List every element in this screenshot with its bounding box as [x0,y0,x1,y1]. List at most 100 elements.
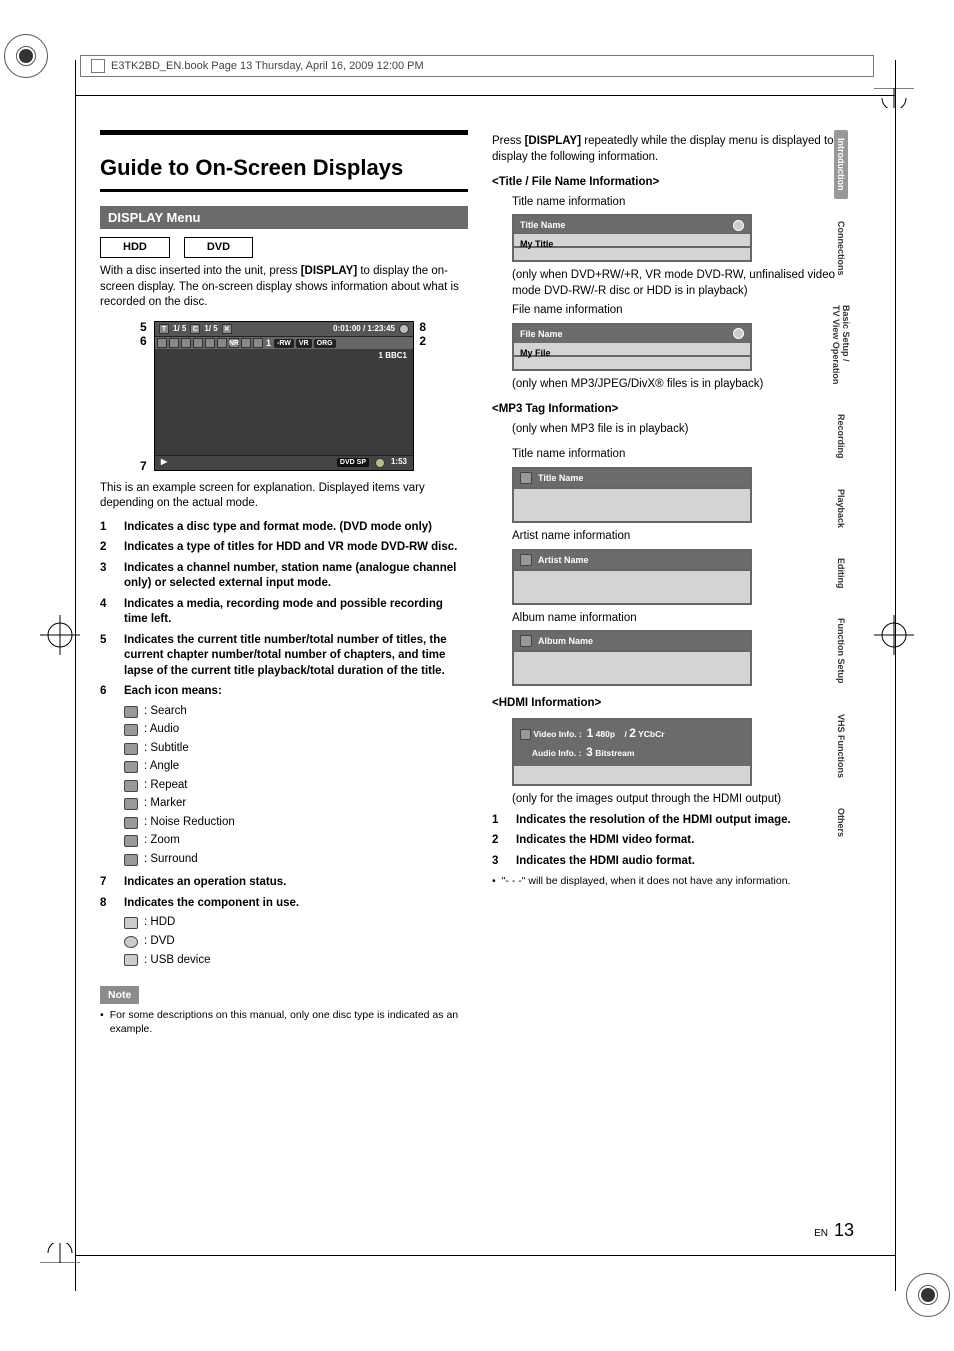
media-badge-hdd: HDD [100,237,170,258]
tab-vhs[interactable]: VHS Functions [834,706,848,786]
media-badge-dvd: DVD [184,237,253,258]
panel-body-text: My Title [512,234,752,248]
example-note: This is an example screen for explanatio… [100,481,468,512]
osd-figure: 5 6 7 8 2 3 4 T 1/ 5 C 1/ 5 ✕ 0:01:00 / … [154,321,414,471]
panel-head-text: Album Name [538,635,593,647]
note-label: Note [100,986,139,1004]
section-heading: DISPLAY Menu [100,206,468,230]
tab-functionsetup[interactable]: Function Setup [834,610,848,692]
zoom-icon [241,338,251,348]
marker-icon [124,798,138,810]
regmark-icon [4,34,48,78]
mp3-title-panel: Title Name [512,467,752,523]
search-icon [157,338,167,348]
icon-label: : Noise Reduction [144,815,235,831]
def-8: Indicates the component in use. [124,896,468,912]
mp3-title-label: Title name information [512,447,860,463]
note-text: •For some descriptions on this manual, o… [100,1008,468,1036]
title-panel-note: (only when DVD+RW/+R, VR mode DVD-RW, un… [512,268,860,299]
subhead-hdmi: <HDMI Information> [492,696,860,712]
icon-label: : USB device [144,953,210,969]
nr-icon: NR [229,338,239,348]
title-icon: T [159,324,169,334]
panel-head-text: File Name [520,328,563,340]
hdd-icon [124,917,138,929]
subhead-titlefile: <Title / File Name Information> [492,175,860,191]
icon-label: : Audio [144,722,179,738]
play-icon: ▶ [161,457,167,468]
file-panel-note: (only when MP3/JPEG/DivX® files is in pl… [512,377,860,393]
tab-connections[interactable]: Connections [834,213,848,284]
tab-tvview[interactable]: TV View Operation [831,297,841,392]
tab-editing[interactable]: Editing [834,550,848,597]
crop-line [75,60,76,1291]
panel-body-empty [512,652,752,686]
hdmi-res: 480p [596,729,615,739]
audio-icon [124,724,138,736]
icon-label: : Repeat [144,778,187,794]
tab-introduction[interactable]: Introduction [834,130,848,199]
file-name-info-label: File name information [512,303,860,319]
panel-head-text: Artist Name [538,554,589,566]
hdmi-aud: Bitstream [595,748,634,758]
osd-title-count: 1/ 5 [173,324,186,335]
panel-body-empty [512,571,752,605]
callout-2: 2 [419,333,426,349]
hdmi-definitions: Indicates the resolution of the HDMI out… [492,813,860,870]
marker-icon [217,338,227,348]
nr-icon [124,817,138,829]
usb-icon [124,954,138,966]
crop-line [75,95,896,96]
icon-label: : Search [144,704,187,720]
subhead-mp3: <MP3 Tag Information> [492,402,860,418]
panel-body-text: My File [512,343,752,357]
hdmi-audio-label: Audio Info. : [532,748,582,758]
icon-label: : HDD [144,915,175,931]
def-3: Indicates a channel number, station name… [124,561,468,592]
panel-head-text: Title Name [538,472,583,484]
disc-icon [733,328,744,339]
clock-icon: ✕ [222,324,232,334]
intro-text: With a disc inserted into the unit, pres… [100,264,468,311]
zoom-icon [124,835,138,847]
hdmi-video-label: Video Info. : [533,729,581,739]
pdf-header: E3TK2BD_EN.book Page 13 Thursday, April … [80,55,874,77]
osd-format: -RW [274,339,294,348]
hdmi-def-2: Indicates the HDMI video format. [516,833,860,849]
crop-line [895,60,896,1291]
callout-6: 6 [140,333,147,349]
mp3-album-label: Album name information [512,611,860,627]
panel-head-text: Title Name [520,219,565,231]
target-half-icon [40,1243,80,1263]
subtitle-icon [181,338,191,348]
subtitle-icon [124,743,138,755]
osd-chapter-count: 1/ 5 [204,324,217,335]
hdmi-note: (only for the images output through the … [512,792,860,808]
section-bar [100,130,468,135]
mp3-artist-label: Artist name information [512,529,860,545]
panel-body-empty [512,489,752,523]
target-icon [874,615,914,655]
tab-basicsetup[interactable]: Basic Setup / [841,297,851,392]
tag-icon [520,472,532,484]
side-tabs: Introduction Connections TV View Operati… [828,130,854,845]
disc-icon [733,220,744,231]
dvd-icon [124,936,138,948]
file-panel: File Name My File [512,323,752,371]
search-icon [124,706,138,718]
osd-vr: VR [296,339,312,348]
hdmi-panel: Video Info. : 1 480p / 2 YCbCr Audio Inf… [512,718,752,786]
tab-recording[interactable]: Recording [834,406,848,467]
regmark-icon [906,1273,950,1317]
tab-playback[interactable]: Playback [834,481,848,536]
icon-label: : Angle [144,759,179,775]
icon-label: : Marker [144,796,186,812]
tag-icon [520,635,532,647]
disc-icon [375,458,385,468]
callout-definitions: Indicates a disc type and format mode. (… [100,520,468,971]
repeat-icon [124,780,138,792]
page-number: EN13 [814,1220,854,1241]
left-column: Guide to On-Screen Displays DISPLAY Menu… [100,130,468,1037]
right-intro: Press [DISPLAY] repeatedly while the dis… [492,134,860,165]
tab-others[interactable]: Others [834,800,848,845]
